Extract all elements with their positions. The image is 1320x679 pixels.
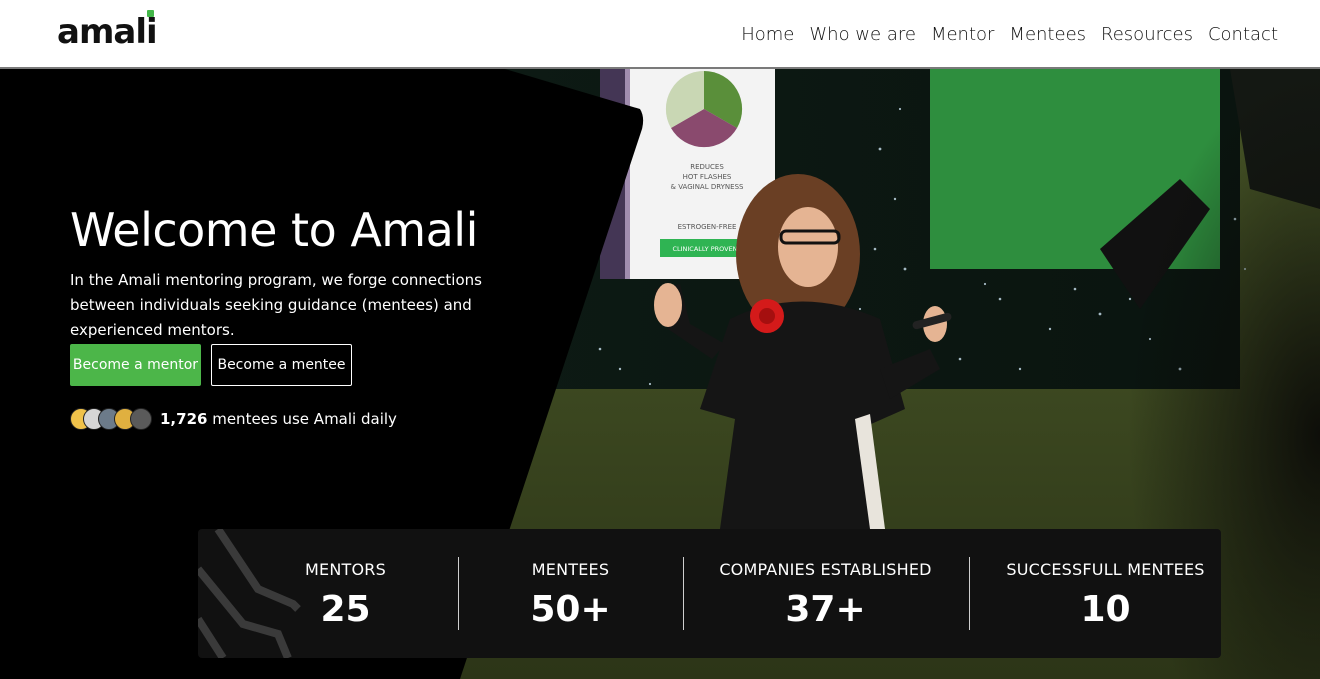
stat-divider (458, 557, 459, 630)
stat-label: MENTEES (531, 560, 610, 579)
stat-label: SUCCESSFULL MENTEES (1006, 560, 1205, 579)
site-header: amali Home Who we are Mentor Mentees Res… (0, 0, 1320, 69)
stat-value: 50+ (530, 589, 611, 630)
nav-resources[interactable]: Resources (1101, 24, 1193, 45)
mentee-count: 1,726 (160, 410, 208, 428)
social-proof: 1,726 mentees use Amali daily (70, 408, 397, 430)
stat-divider (969, 557, 970, 630)
stat-mentees: MENTEES 50+ (478, 529, 663, 658)
nav-mentor[interactable]: Mentor (931, 24, 994, 45)
become-mentor-button[interactable]: Become a mentor (70, 344, 201, 386)
avatar (130, 408, 152, 430)
stat-value: 37+ (785, 589, 866, 630)
nav-mentees[interactable]: Mentees (1009, 24, 1086, 45)
stat-companies: COMPANIES ESTABLISHED 37+ (698, 529, 953, 658)
logo-text: amali (57, 12, 158, 52)
stat-value: 25 (320, 589, 371, 630)
screen-text-4: ESTROGEN-FREE (678, 223, 737, 231)
amali-logo[interactable]: amali (57, 10, 158, 52)
stat-value: 10 (1080, 589, 1131, 630)
hero-title: Welcome to Amali (70, 203, 478, 257)
nav-contact[interactable]: Contact (1208, 24, 1278, 45)
stat-divider (683, 557, 684, 630)
nav-home[interactable]: Home (741, 24, 794, 45)
stat-label: COMPANIES ESTABLISHED (719, 560, 932, 579)
avatar-stack (70, 408, 152, 430)
become-mentee-button[interactable]: Become a mentee (211, 344, 352, 386)
logo-accent (146, 10, 154, 17)
stat-label: MENTORS (305, 560, 386, 579)
mentee-count-suffix: mentees use Amali daily (207, 410, 397, 428)
screen-badge: CLINICALLY PROVEN (672, 245, 737, 253)
stats-bar: MENTORS 25 MENTEES 50+ COMPANIES ESTABLI… (198, 529, 1221, 658)
stat-successful-mentees: SUCCESSFULL MENTEES 10 (983, 529, 1221, 658)
main-nav: Home Who we are Mentor Mentees Resources… (741, 24, 1278, 45)
screen-text-1: REDUCES (690, 163, 724, 171)
screen-text-3: & VAGINAL DRYNESS (671, 183, 745, 191)
hero-description: In the Amali mentoring program, we forge… (70, 271, 482, 339)
screen-text-2: HOT FLASHES (683, 173, 732, 181)
social-proof-text: 1,726 mentees use Amali daily (160, 410, 397, 428)
stat-mentors: MENTORS 25 (253, 529, 438, 658)
nav-who-we-are[interactable]: Who we are (809, 24, 916, 45)
